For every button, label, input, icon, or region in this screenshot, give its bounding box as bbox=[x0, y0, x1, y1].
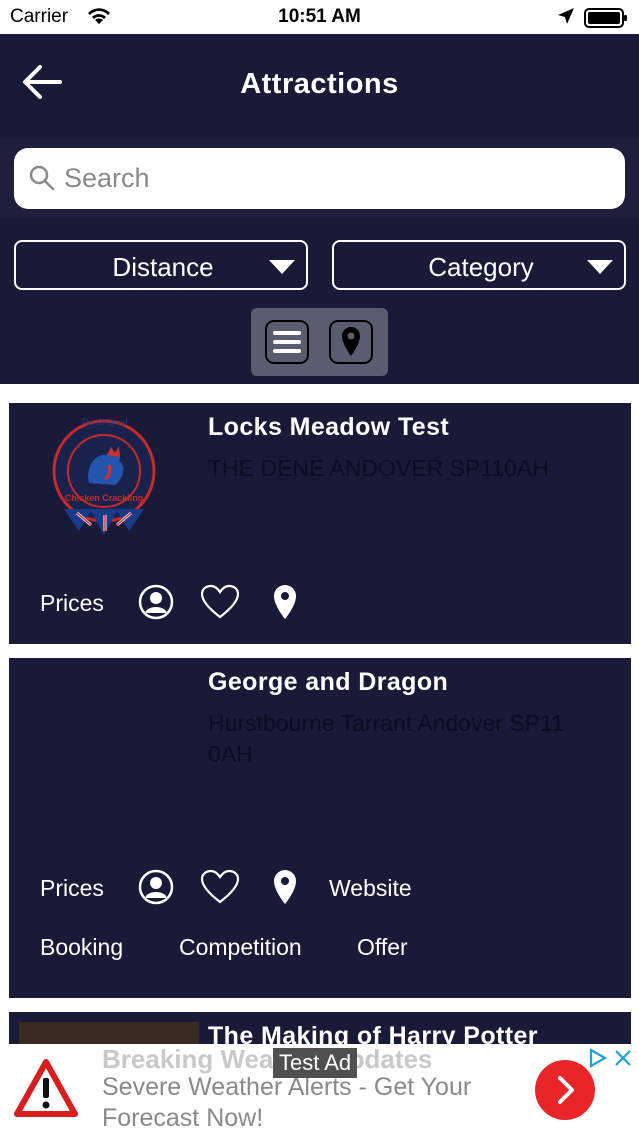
search-icon bbox=[28, 164, 56, 197]
search-input[interactable] bbox=[64, 156, 604, 200]
view-toggle bbox=[251, 308, 388, 376]
attraction-title: George and Dragon bbox=[208, 668, 449, 696]
website-link[interactable]: Website bbox=[329, 875, 412, 902]
chevron-right-icon bbox=[535, 1076, 595, 1124]
user-icon[interactable] bbox=[137, 583, 175, 626]
category-label: Category bbox=[428, 252, 534, 282]
attraction-card[interactable]: The Original Chicken Crackling Locks Mea… bbox=[9, 403, 631, 644]
prices-link[interactable]: Prices bbox=[40, 875, 104, 902]
attraction-address: THE DENE ANDOVER SP110AH bbox=[208, 455, 549, 481]
caret-down-icon bbox=[586, 259, 614, 280]
status-bar: Carrier 10:51 AM bbox=[0, 0, 639, 34]
ad-open-button[interactable] bbox=[535, 1060, 595, 1120]
search-field[interactable] bbox=[14, 148, 625, 209]
map-pin-icon[interactable] bbox=[271, 868, 299, 911]
competition-link[interactable]: Competition bbox=[179, 934, 302, 961]
offer-link[interactable]: Offer bbox=[357, 934, 408, 961]
booking-link[interactable]: Booking bbox=[40, 934, 123, 961]
ad-body: Severe Weather Alerts - Get Your Forecas… bbox=[102, 1073, 472, 1132]
battery-icon bbox=[584, 8, 628, 28]
ad-banner[interactable]: Breaking Weather Updates Severe Weather … bbox=[0, 1044, 639, 1136]
search-bar bbox=[0, 138, 639, 218]
logo-text-bottom: Chicken Crackling bbox=[65, 493, 144, 503]
clock: 10:51 AM bbox=[278, 6, 361, 27]
adchoices-icon[interactable] bbox=[588, 1048, 608, 1073]
distance-dropdown[interactable]: Distance bbox=[14, 240, 308, 290]
location-arrow-icon bbox=[557, 7, 575, 30]
map-view-button[interactable] bbox=[329, 320, 373, 364]
caret-down-icon bbox=[268, 259, 296, 280]
prices-link[interactable]: Prices bbox=[40, 590, 104, 617]
distance-label: Distance bbox=[112, 252, 214, 282]
attraction-title: Locks Meadow Test bbox=[208, 413, 450, 441]
attraction-logo: The Original Chicken Crackling bbox=[19, 413, 199, 543]
ad-title: Breaking Weather Updates bbox=[102, 1044, 433, 1074]
category-dropdown[interactable]: Category bbox=[332, 240, 626, 290]
logo-text-top: The Original bbox=[81, 417, 128, 427]
map-pin-icon[interactable] bbox=[271, 583, 299, 626]
test-ad-label: Test Ad bbox=[273, 1048, 358, 1078]
attraction-card[interactable]: George and Dragon Hurstbourne Tarrant An… bbox=[9, 658, 631, 998]
warning-icon bbox=[14, 1058, 78, 1123]
heart-icon[interactable] bbox=[199, 868, 241, 911]
header: Attractions Distance Category bbox=[0, 34, 639, 384]
heart-icon[interactable] bbox=[199, 583, 241, 626]
attraction-address: Hurstbourne Tarrant Andover SP11 0AH bbox=[208, 710, 564, 767]
list-icon bbox=[267, 331, 307, 366]
map-pin-icon bbox=[331, 327, 371, 366]
page-title: Attractions bbox=[240, 68, 399, 100]
close-icon[interactable] bbox=[613, 1048, 633, 1073]
list-view-button[interactable] bbox=[265, 320, 309, 364]
user-icon[interactable] bbox=[137, 868, 175, 911]
